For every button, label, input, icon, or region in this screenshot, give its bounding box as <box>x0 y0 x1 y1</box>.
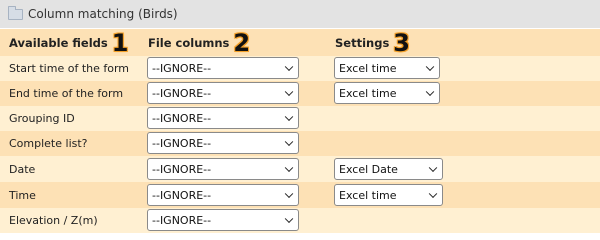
field-label: Grouping ID <box>9 112 75 125</box>
step-3-badge: 3 <box>393 28 410 57</box>
chevron-down-icon <box>425 87 435 97</box>
chevron-down-icon <box>284 112 294 122</box>
table-row: Time --IGNORE-- Excel time <box>0 182 600 208</box>
file-column-select[interactable]: --IGNORE-- <box>147 158 299 180</box>
folder-icon <box>8 6 23 20</box>
chevron-down-icon <box>284 189 294 199</box>
table-row: Complete list? --IGNORE-- <box>0 131 600 156</box>
file-column-value: --IGNORE-- <box>152 162 212 176</box>
header-available-fields-label: Available fields <box>9 35 108 50</box>
chevron-down-icon <box>284 62 294 72</box>
table-row: Start time of the form --IGNORE-- Excel … <box>0 56 600 81</box>
table-row: End time of the form --IGNORE-- Excel ti… <box>0 81 600 106</box>
setting-select[interactable]: Excel time <box>334 82 440 104</box>
file-column-select[interactable]: --IGNORE-- <box>147 132 299 154</box>
field-label: Date <box>9 162 36 176</box>
file-column-value: --IGNORE-- <box>152 188 212 202</box>
table-row: Elevation / Z(m) --IGNORE-- <box>0 208 600 233</box>
setting-select[interactable]: Excel time <box>334 184 443 206</box>
chevron-down-icon <box>428 163 438 173</box>
setting-select[interactable]: Excel time <box>334 57 440 79</box>
file-column-value: --IGNORE-- <box>152 86 212 100</box>
chevron-down-icon <box>284 163 294 173</box>
table-row: Grouping ID --IGNORE-- <box>0 106 600 131</box>
header-file-columns-label: File columns <box>148 35 230 50</box>
setting-select[interactable]: Excel Date <box>334 158 443 180</box>
setting-value: Excel Date <box>339 162 398 176</box>
table-row: Date --IGNORE-- Excel Date <box>0 156 600 182</box>
field-label: Time <box>9 188 36 202</box>
chevron-down-icon <box>428 189 438 199</box>
setting-value: Excel time <box>339 188 397 202</box>
field-label: Complete list? <box>9 137 88 150</box>
field-label: End time of the form <box>9 87 124 100</box>
header-settings: Settings 3 <box>335 29 410 56</box>
file-column-select[interactable]: --IGNORE-- <box>147 82 299 104</box>
window-titlebar: Column matching (Birds) <box>0 0 600 28</box>
file-column-value: --IGNORE-- <box>152 213 212 227</box>
file-column-value: --IGNORE-- <box>152 136 212 150</box>
setting-value: Excel time <box>339 61 397 75</box>
step-1-badge: 1 <box>111 28 129 57</box>
header-settings-label: Settings <box>335 35 390 50</box>
file-column-select[interactable]: --IGNORE-- <box>147 107 299 129</box>
file-column-value: --IGNORE-- <box>152 111 212 125</box>
setting-value: Excel time <box>339 86 397 100</box>
field-label: Elevation / Z(m) <box>9 214 98 227</box>
header-file-columns: File columns 2 <box>148 29 250 56</box>
table-header: Available fields 1 File columns 2 Settin… <box>0 29 600 56</box>
file-column-select[interactable]: --IGNORE-- <box>147 57 299 79</box>
file-column-value: --IGNORE-- <box>152 61 212 75</box>
chevron-down-icon <box>284 137 294 147</box>
step-2-badge: 2 <box>233 28 251 57</box>
header-available-fields: Available fields 1 <box>9 29 128 56</box>
chevron-down-icon <box>284 87 294 97</box>
chevron-down-icon <box>425 62 435 72</box>
chevron-down-icon <box>284 214 294 224</box>
file-column-select[interactable]: --IGNORE-- <box>147 209 299 231</box>
file-column-select[interactable]: --IGNORE-- <box>147 184 299 206</box>
window-title: Column matching (Birds) <box>28 7 178 21</box>
field-label: Start time of the form <box>9 62 130 75</box>
